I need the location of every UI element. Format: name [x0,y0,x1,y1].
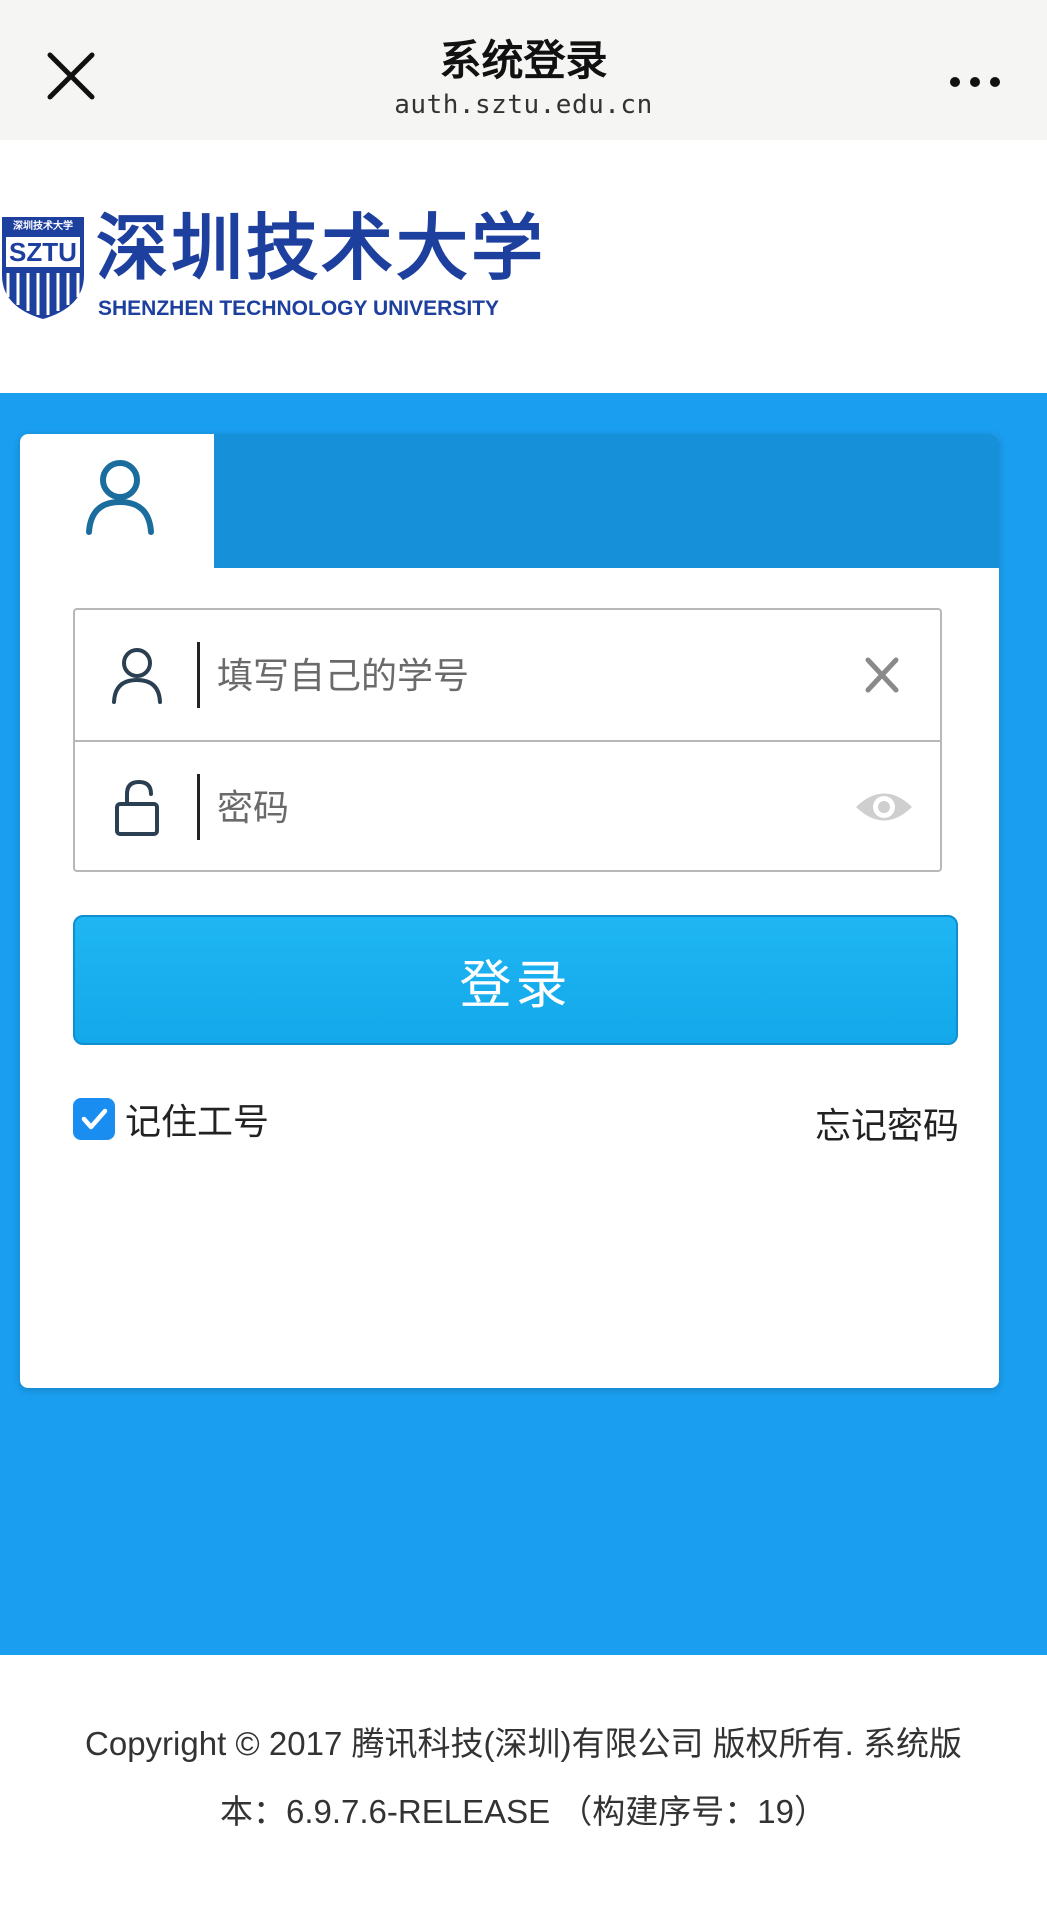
login-card: 登录 记住工号 忘记密码 [20,434,999,1388]
password-field [75,742,940,872]
remember-label[interactable]: 记住工号 [125,1093,269,1145]
unlock-icon [107,776,167,838]
user-icon [107,644,167,706]
user-icon [86,460,154,535]
field-divider [197,642,200,708]
university-logo: 深圳技术大学 SZTU 深圳技术大学 SHENZHEN TECHNOLOGY U… [0,205,600,335]
university-name-cn: 深圳技术大学 [96,206,547,290]
field-divider [197,774,200,840]
clear-icon[interactable] [854,650,910,700]
login-button[interactable]: 登录 [73,915,958,1045]
footer-line-1: Copyright © 2017 腾讯科技(深圳)有限公司 版权所有. 系统版 [85,1725,962,1762]
page-url: auth.sztu.edu.cn [394,90,653,120]
forgot-password-link[interactable]: 忘记密码 [815,1097,959,1149]
university-emblem: 深圳技术大学 SZTU [0,215,86,321]
more-icon[interactable] [945,62,1005,102]
password-input[interactable] [215,762,839,854]
login-page: 系统登录 auth.sztu.edu.cn 深圳技术大学 SZTU 深圳技术大学… [0,0,1047,1920]
credentials-fields [73,608,942,872]
checkbox-checked-icon[interactable] [73,1098,115,1140]
tab-account-login[interactable] [20,434,214,568]
page-title: 系统登录 [439,36,608,85]
username-input[interactable] [215,630,839,722]
eye-icon[interactable] [854,782,912,832]
footer-line-2: 本：6.9.7.6-RELEASE （构建序号：19） [219,1793,828,1830]
footer-copyright: Copyright © 2017 腾讯科技(深圳)有限公司 版权所有. 系统版 … [0,1710,1047,1846]
remember-checkbox[interactable]: 记住工号 [73,1094,269,1144]
university-name-en: SHENZHEN TECHNOLOGY UNIVERSITY [98,297,499,320]
nav-title-block: 系统登录 auth.sztu.edu.cn [0,36,1047,120]
username-field [75,610,940,742]
svg-text:SZTU: SZTU [9,237,77,267]
svg-text:深圳技术大学: 深圳技术大学 [13,219,73,232]
top-nav-bar: 系统登录 auth.sztu.edu.cn [0,0,1047,140]
